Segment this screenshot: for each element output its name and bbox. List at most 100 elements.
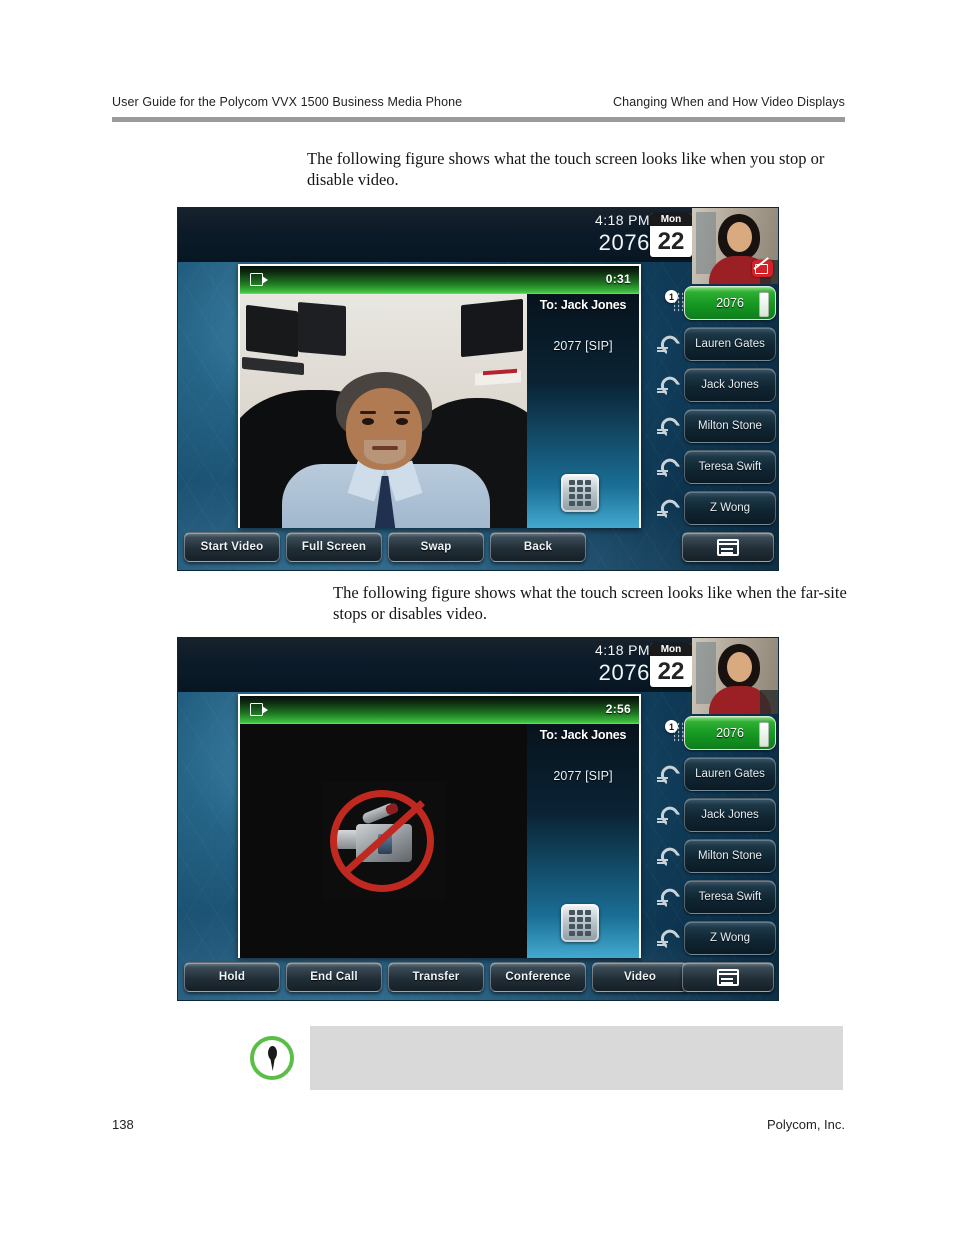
running-head-right: Changing When and How Video Displays: [613, 95, 845, 109]
paragraph-far-site-stops-video: The following figure shows what the touc…: [333, 583, 847, 623]
line-key-z-wong[interactable]: Z Wong: [657, 921, 776, 957]
soft-key-full-screen[interactable]: Full Screen: [286, 532, 382, 562]
menu-icon-button[interactable]: [682, 532, 774, 562]
line-key-2076[interactable]: 1 HD 2076: [658, 286, 776, 322]
line-key-label: Teresa Swift: [684, 450, 776, 484]
line-key-label: Milton Stone: [684, 839, 776, 873]
call-window: 0:31 To: Jack Jones 2077 [SIP]: [238, 264, 641, 528]
call-to-label: To: Jack Jones: [539, 298, 627, 312]
dialpad-icon[interactable]: [561, 904, 599, 942]
soft-key-start-video[interactable]: Start Video: [184, 532, 280, 562]
line-key-label: Jack Jones: [684, 368, 776, 402]
handset-icon: [657, 373, 681, 396]
person-brow-right: [394, 411, 410, 414]
header-rule: [112, 117, 845, 122]
line-key-indicator: [759, 292, 769, 317]
handset-icon: [657, 762, 681, 785]
status-time: 4:18 PM: [595, 642, 650, 658]
line-key-teresa-swift[interactable]: Teresa Swift: [657, 450, 776, 486]
line-key-milton-stone[interactable]: Milton Stone: [657, 409, 776, 445]
calendar-date: 22: [657, 658, 685, 685]
line-key-milton-stone[interactable]: Milton Stone: [657, 839, 776, 875]
far-end-video-pane[interactable]: [240, 294, 527, 528]
soft-key-back[interactable]: Back: [490, 532, 586, 562]
line-key-label: Milton Stone: [684, 409, 776, 443]
office-monitor-1: [246, 304, 298, 358]
office-monitor-2: [298, 301, 346, 357]
line-key-label: Z Wong: [684, 921, 776, 955]
calendar-icon[interactable]: Mon 22: [650, 643, 692, 687]
line-key-label: Teresa Swift: [684, 880, 776, 914]
line-key-lauren-gates[interactable]: Lauren Gates: [657, 327, 776, 363]
note-pin-icon: [250, 1036, 294, 1080]
call-timer: 2:56: [605, 702, 631, 716]
no-video-camera-icon: [321, 782, 446, 900]
office-monitor-3: [461, 298, 523, 358]
call-remote-number: 2077 [SIP]: [553, 339, 613, 353]
status-extension: 2076: [598, 660, 650, 685]
dialpad-grid: [569, 910, 591, 936]
clock-block: 4:18 PM 2076: [595, 642, 650, 685]
phone-screenshot-far-end-video-stopped: 4:18 PM 2076 Mon 22 2:56 To: Jack Jones …: [178, 638, 778, 1000]
phone-screenshot-near-end-video-stopped: 4:18 PM 2076 Mon 22 0:31 To: Jack Jones …: [178, 208, 778, 570]
handset-icon: [657, 926, 681, 949]
soft-key-hold[interactable]: Hold: [184, 962, 280, 992]
far-end-video-pane-disabled[interactable]: [240, 724, 527, 958]
call-status-bar: 0:31: [240, 266, 639, 294]
page-number: 138: [112, 1117, 134, 1132]
call-window: 2:56 To: Jack Jones 2077 [SIP]: [238, 694, 641, 958]
handset-icon: [657, 455, 681, 478]
soft-key-bar: Hold End Call Transfer Conference Video: [178, 958, 778, 1000]
self-view-face: [727, 222, 752, 252]
line-key-jack-jones[interactable]: Jack Jones: [657, 798, 776, 834]
self-view-doorway: [696, 642, 716, 704]
handset-icon: [657, 844, 681, 867]
person-eye-left: [362, 418, 374, 425]
dialpad-icon[interactable]: [561, 474, 599, 512]
soft-key-transfer[interactable]: Transfer: [388, 962, 484, 992]
line-key-z-wong[interactable]: Z Wong: [657, 491, 776, 527]
calendar-icon[interactable]: Mon 22: [650, 213, 692, 257]
page-footer: 138 Polycom, Inc.: [112, 1117, 845, 1139]
running-head-left: User Guide for the Polycom VVX 1500 Busi…: [112, 95, 463, 109]
line-key-label: 2076: [684, 716, 776, 750]
line-key-label: 2076: [684, 286, 776, 320]
office-keyboard: [242, 356, 304, 376]
line-key-label: Z Wong: [684, 491, 776, 525]
soft-key-video[interactable]: Video: [592, 962, 688, 992]
calendar-date: 22: [657, 228, 685, 255]
call-to-label: To: Jack Jones: [539, 728, 627, 742]
self-view-thumbnail[interactable]: [692, 208, 778, 284]
call-status-bar: 2:56: [240, 696, 639, 724]
handset-icon: [657, 332, 681, 355]
self-view-thumbnail[interactable]: [692, 638, 778, 714]
soft-key-conference[interactable]: Conference: [490, 962, 586, 992]
status-bar: 4:18 PM 2076 Mon 22: [178, 638, 778, 714]
line-key-teresa-swift[interactable]: Teresa Swift: [657, 880, 776, 916]
far-end-video-image: [240, 294, 527, 528]
self-view-doorway: [696, 212, 716, 274]
video-camera-lens: [262, 705, 268, 714]
line-key-jack-jones[interactable]: Jack Jones: [657, 368, 776, 404]
soft-key-swap[interactable]: Swap: [388, 532, 484, 562]
clock-block: 4:18 PM 2076: [595, 212, 650, 255]
handset-icon: [657, 496, 681, 519]
person-beard: [364, 440, 406, 464]
person-mouth: [372, 446, 398, 450]
line-key-lauren-gates[interactable]: Lauren Gates: [657, 757, 776, 793]
camera-off-icon: [752, 257, 773, 277]
calendar-day: Mon: [650, 213, 692, 226]
dialpad-grid: [569, 480, 591, 506]
running-head: User Guide for the Polycom VVX 1500 Busi…: [112, 95, 845, 127]
line-key-2076[interactable]: 1 HD 2076: [658, 716, 776, 752]
soft-key-end-call[interactable]: End Call: [286, 962, 382, 992]
handset-icon: [657, 803, 681, 826]
calendar-day: Mon: [650, 643, 692, 656]
handset-icon: [657, 414, 681, 437]
menu-icon: [717, 968, 739, 986]
line-key-indicator: [759, 722, 769, 747]
line-key-label: Lauren Gates: [684, 327, 776, 361]
handset-icon: [657, 885, 681, 908]
status-time: 4:18 PM: [595, 212, 650, 228]
menu-icon-button[interactable]: [682, 962, 774, 992]
